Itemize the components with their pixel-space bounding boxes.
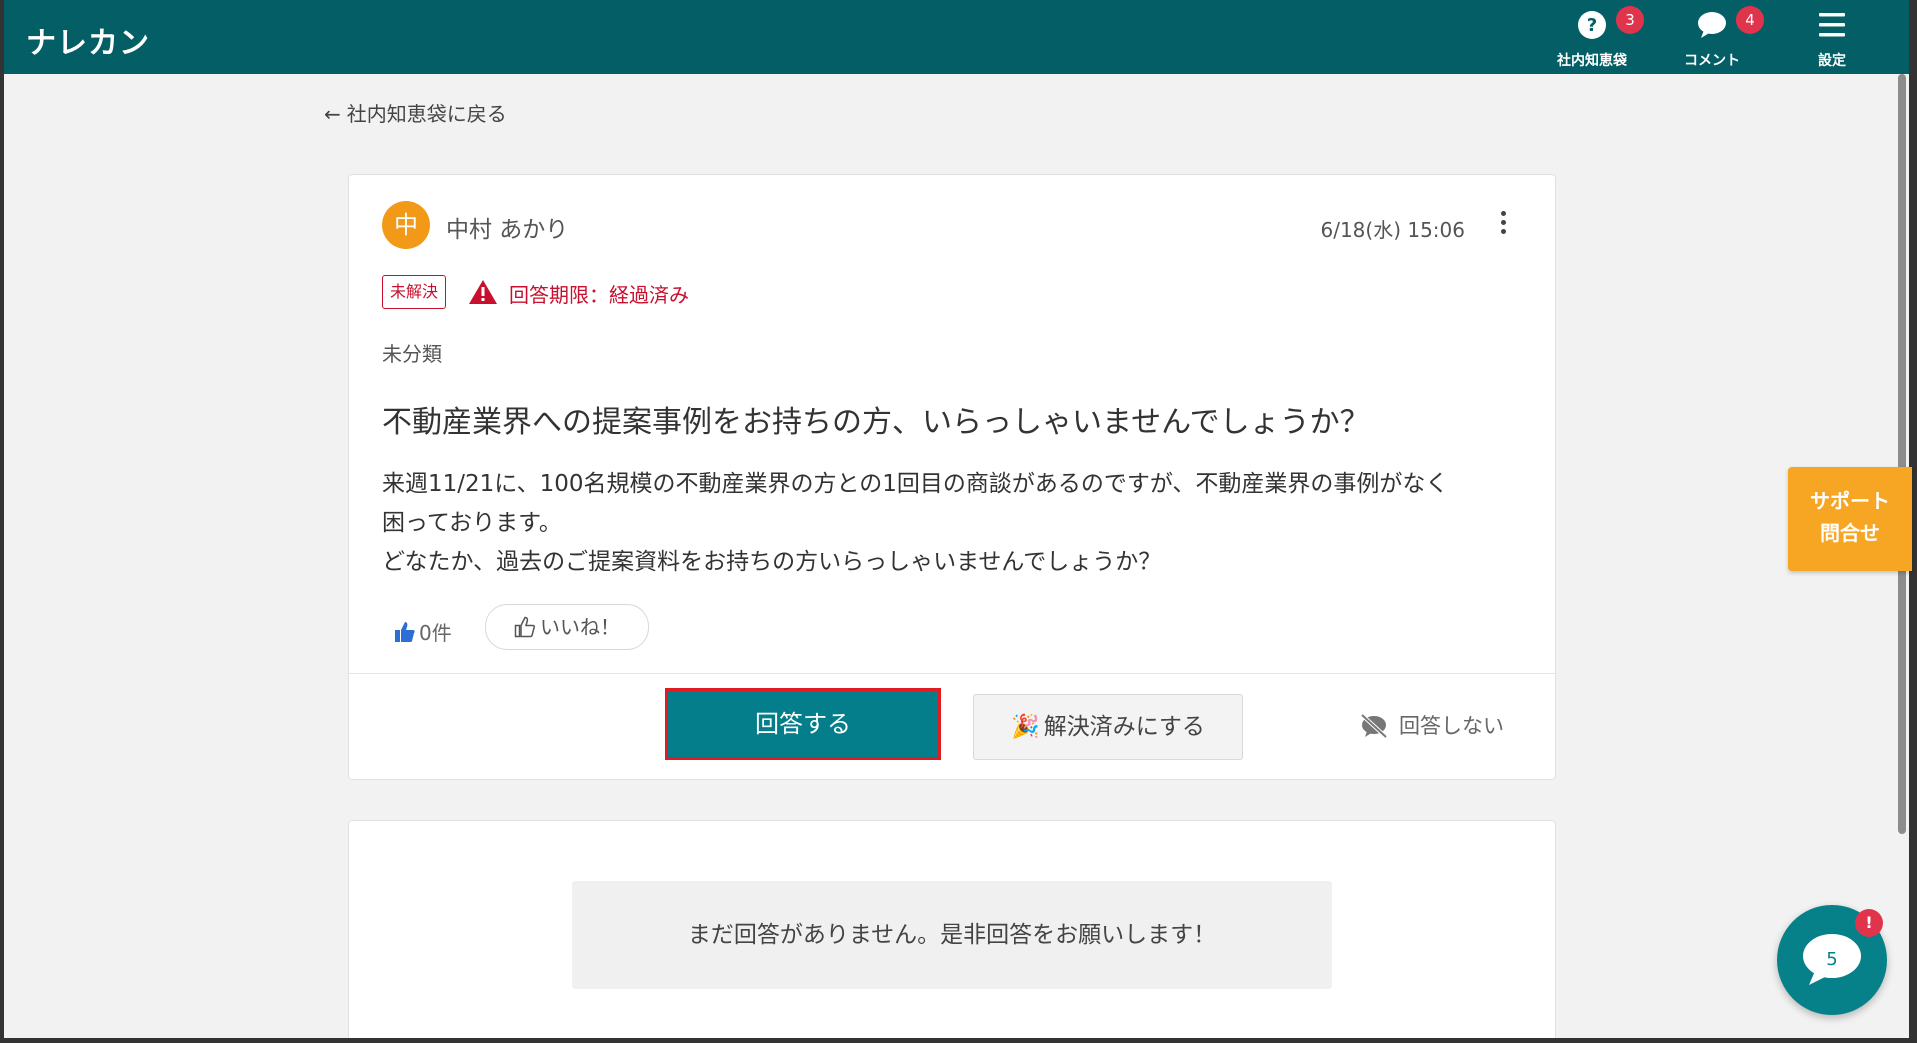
category-label: 未分類 xyxy=(382,342,442,366)
deadline-text: 回答期限：経過済み xyxy=(509,283,689,307)
question-body-line: 来週11/21に、100名規模の不動産業界の方との1回目の商談があるのですが、不… xyxy=(382,471,1449,497)
svg-text:?: ? xyxy=(1587,15,1597,36)
question-body: 来週11/21に、100名規模の不動産業界の方との1回目の商談があるのですが、不… xyxy=(382,465,1532,582)
question-body-line: どなたか、過去のご提案資料をお持ちの方いらっしゃいませんでしょうか？ xyxy=(382,549,1162,575)
app-window: ナレカン ? 3 社内知恵袋 4 コメント 設定 ← 社内知恵袋に戻る 中 中村… xyxy=(4,0,1909,1038)
status-badge: 未解決 xyxy=(382,275,447,309)
scrollbar-thumb[interactable] xyxy=(1898,74,1906,834)
header-settings-button[interactable]: 設定 xyxy=(1777,6,1887,70)
arrow-left-icon: ← xyxy=(324,102,341,126)
author-name: 中村 あかり xyxy=(446,217,569,243)
empty-answers-message: まだ回答がありません。是非回答をお願いします！ xyxy=(572,881,1332,989)
more-options-icon[interactable] xyxy=(1499,211,1507,237)
like-button-label: いいね！ xyxy=(540,615,620,639)
back-link[interactable]: ← 社内知恵袋に戻る xyxy=(324,98,507,127)
answers-card: まだ回答がありません。是非回答をお願いします！ xyxy=(348,820,1556,1038)
post-date: 6/18(水) 15:06 xyxy=(1320,218,1465,242)
speech-bubble-icon xyxy=(1698,12,1726,38)
app-logo[interactable]: ナレカン xyxy=(26,18,150,62)
chat-alert-badge: ! xyxy=(1855,909,1883,937)
header-knowledge-label: 社内知恵袋 xyxy=(1557,53,1627,69)
chat-count: 5 xyxy=(1826,949,1838,970)
top-header: ナレカン ? 3 社内知恵袋 4 コメント 設定 xyxy=(4,0,1909,74)
back-link-label: 社内知恵袋に戻る xyxy=(346,102,507,126)
header-knowledge-button[interactable]: ? 3 社内知恵袋 xyxy=(1537,6,1647,70)
comment-badge: 4 xyxy=(1736,6,1764,34)
resolve-button[interactable]: 🎉 解決済みにする xyxy=(973,694,1243,760)
no-answer-button[interactable]: 回答しない xyxy=(1359,710,1504,740)
resolve-button-label: 解決済みにする xyxy=(1043,714,1205,740)
answer-button[interactable]: 回答する xyxy=(665,688,941,760)
thumbs-up-outline-icon xyxy=(514,616,536,638)
comment-off-icon xyxy=(1360,713,1388,739)
like-count: 0件 xyxy=(394,617,452,646)
avatar: 中 xyxy=(382,201,430,249)
like-count-text: 0件 xyxy=(419,621,452,645)
question-title: 不動産業界への提案事例をお持ちの方、いらっしゃいませんでしょうか？ xyxy=(382,405,1370,440)
support-label-1: サポート xyxy=(1810,489,1890,513)
knowledge-badge: 3 xyxy=(1616,6,1644,34)
question-circle-icon: ? xyxy=(1578,11,1606,39)
thumbs-up-filled-icon xyxy=(395,622,415,642)
question-body-line: 困っております。 xyxy=(382,510,562,536)
hamburger-menu-icon xyxy=(1819,13,1845,37)
party-popper-icon: 🎉 xyxy=(1011,714,1040,740)
support-label-2: 問合せ xyxy=(1820,521,1880,545)
header-settings-label: 設定 xyxy=(1818,53,1846,69)
header-comment-button[interactable]: 4 コメント xyxy=(1657,6,1767,70)
like-button[interactable]: いいね！ xyxy=(485,604,649,650)
support-contact-tab[interactable]: サポート 問合せ xyxy=(1788,467,1912,571)
divider xyxy=(349,673,1555,674)
question-card: 中 中村 あかり 6/18(水) 15:06 未解決 回答期限：経過済み 未分類… xyxy=(348,174,1556,780)
header-comment-label: コメント xyxy=(1684,53,1740,69)
warning-icon xyxy=(469,280,497,304)
no-answer-label: 回答しない xyxy=(1399,714,1504,738)
